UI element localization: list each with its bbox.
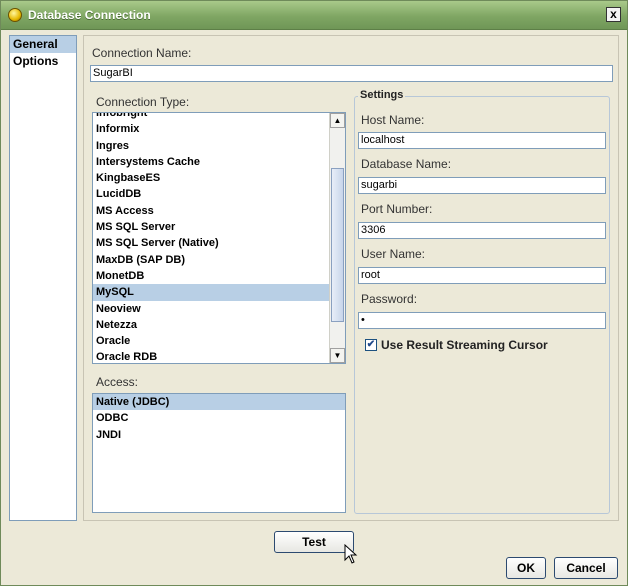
- list-item[interactable]: KingbaseES: [93, 170, 345, 186]
- user-name-field[interactable]: root: [358, 267, 606, 284]
- list-item-selected[interactable]: MySQL: [93, 284, 345, 301]
- list-item[interactable]: MaxDB (SAP DB): [93, 252, 345, 268]
- list-item[interactable]: Netezza: [93, 317, 345, 333]
- cancel-button[interactable]: Cancel: [554, 557, 618, 579]
- database-name-label: Database Name:: [361, 157, 452, 171]
- list-item[interactable]: Ingres: [93, 138, 345, 154]
- host-name-field[interactable]: localhost: [358, 132, 606, 149]
- nav-item-options[interactable]: Options: [10, 53, 76, 70]
- connection-type-label: Connection Type:: [96, 95, 190, 109]
- access-list: Native (JDBC) ODBC JNDI: [92, 393, 346, 513]
- database-name-field[interactable]: sugarbi: [358, 177, 606, 194]
- list-item[interactable]: Oracle: [93, 333, 345, 349]
- general-panel: Connection Name: SugarBI Connection Type…: [83, 35, 619, 521]
- password-field[interactable]: •: [358, 312, 606, 329]
- list-item[interactable]: Oracle RDB: [93, 349, 345, 363]
- settings-legend: Settings: [358, 89, 406, 101]
- app-icon: [8, 8, 22, 22]
- list-item[interactable]: Neoview: [93, 301, 345, 317]
- port-number-field[interactable]: 3306: [358, 222, 606, 239]
- list-item[interactable]: MonetDB: [93, 268, 345, 284]
- category-list: General Options: [9, 35, 77, 521]
- list-item[interactable]: MS Access: [93, 203, 345, 219]
- scroll-thumb[interactable]: [331, 168, 344, 322]
- close-button[interactable]: x: [606, 7, 621, 22]
- nav-item-general[interactable]: General: [10, 36, 76, 53]
- connection-name-field[interactable]: SugarBI: [90, 65, 613, 82]
- port-number-label: Port Number:: [361, 202, 433, 216]
- list-item[interactable]: MS SQL Server: [93, 219, 345, 235]
- password-label: Password:: [361, 292, 418, 306]
- scroll-down-button[interactable]: ▼: [330, 348, 345, 363]
- test-button[interactable]: Test: [274, 531, 354, 553]
- list-item[interactable]: ODBC: [93, 410, 345, 426]
- scroll-up-button[interactable]: ▲: [330, 113, 345, 128]
- connection-type-list: Infobright Informix Ingres Intersystems …: [92, 112, 346, 364]
- user-name-label: User Name:: [361, 247, 426, 261]
- list-item[interactable]: Informix: [93, 121, 345, 137]
- streaming-cursor-checkbox[interactable]: ✔: [365, 339, 377, 351]
- host-name-label: Host Name:: [361, 113, 425, 127]
- list-item-selected[interactable]: Native (JDBC): [93, 394, 345, 411]
- connection-type-scrollbar[interactable]: ▲ ▼: [329, 113, 345, 363]
- access-label: Access:: [96, 375, 139, 389]
- title-bar[interactable]: Database Connection x: [1, 1, 627, 30]
- list-item[interactable]: LucidDB: [93, 186, 345, 202]
- mouse-pointer-icon: [344, 544, 358, 564]
- ok-button[interactable]: OK: [506, 557, 546, 579]
- list-item[interactable]: JNDI: [93, 427, 345, 443]
- window-title: Database Connection: [28, 8, 151, 22]
- list-item[interactable]: MS SQL Server (Native): [93, 235, 345, 251]
- connection-name-label: Connection Name:: [92, 46, 192, 60]
- streaming-cursor-label: Use Result Streaming Cursor: [381, 338, 548, 352]
- list-item[interactable]: Intersystems Cache: [93, 154, 345, 170]
- list-item[interactable]: Infobright: [93, 113, 345, 121]
- database-connection-dialog: Database Connection x General Options Co…: [0, 0, 628, 586]
